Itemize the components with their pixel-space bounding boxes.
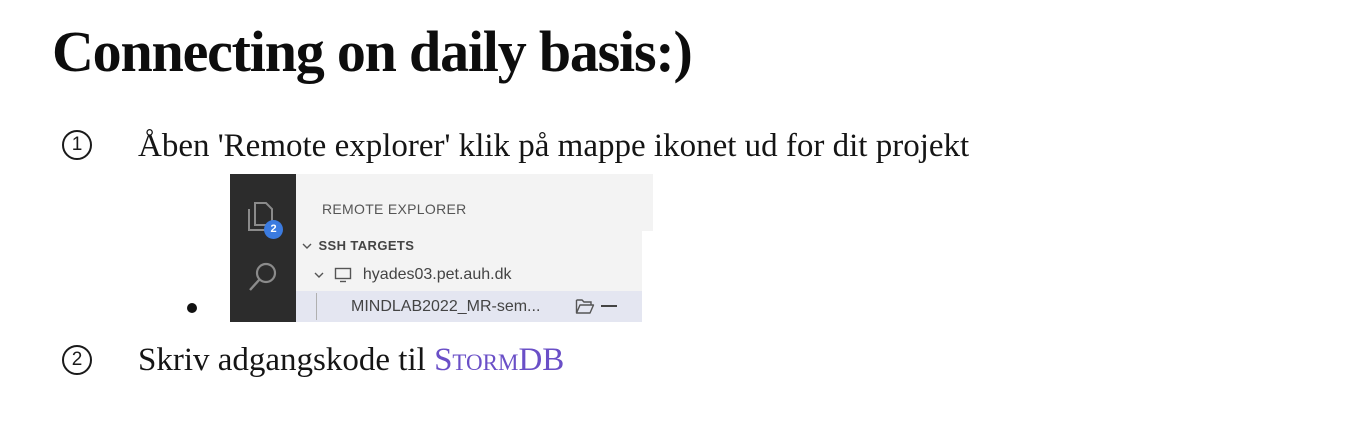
host-label: hyades03.pet.auh.dk (362, 266, 512, 283)
stormdb-link[interactable]: StormDB (434, 342, 564, 378)
minus-icon (601, 305, 617, 307)
step-number-2: 2 (62, 345, 92, 375)
step-2-text-prefix: Skriv adgangskode til (138, 342, 435, 378)
section-label: SSH TARGETS (318, 238, 415, 253)
monitor-icon (335, 267, 352, 283)
list-bullet (187, 303, 197, 313)
badge-count: 2 (264, 220, 283, 239)
chevron-down-icon (302, 243, 312, 249)
folder-row: MINDLAB2022_MR-sem... (296, 291, 642, 322)
ssh-targets-section: SSH TARGETS (300, 233, 642, 259)
panel-title: REMOTE EXPLORER (322, 201, 467, 217)
search-icon (249, 262, 277, 291)
remote-explorer-screenshot: 2 REMOTE EXPLORER SSH TARGETS hyades03.p… (230, 174, 653, 322)
page-title: Connecting on daily basis:) (52, 19, 693, 84)
step-2-text: Skriv adgangskode til StormDB (138, 340, 564, 380)
chevron-down-icon (314, 272, 324, 278)
host-row: hyades03.pet.auh.dk (312, 262, 642, 288)
step-1-text: Åben 'Remote explorer' klik på mappe iko… (138, 128, 970, 164)
tree-indent-guide (316, 293, 317, 320)
activity-bar: 2 (230, 174, 296, 322)
step-number-1: 1 (62, 130, 92, 160)
folder-label: MINDLAB2022_MR-sem... (351, 298, 541, 315)
folder-open-icon (575, 299, 595, 314)
screenshot-edge (642, 231, 653, 322)
